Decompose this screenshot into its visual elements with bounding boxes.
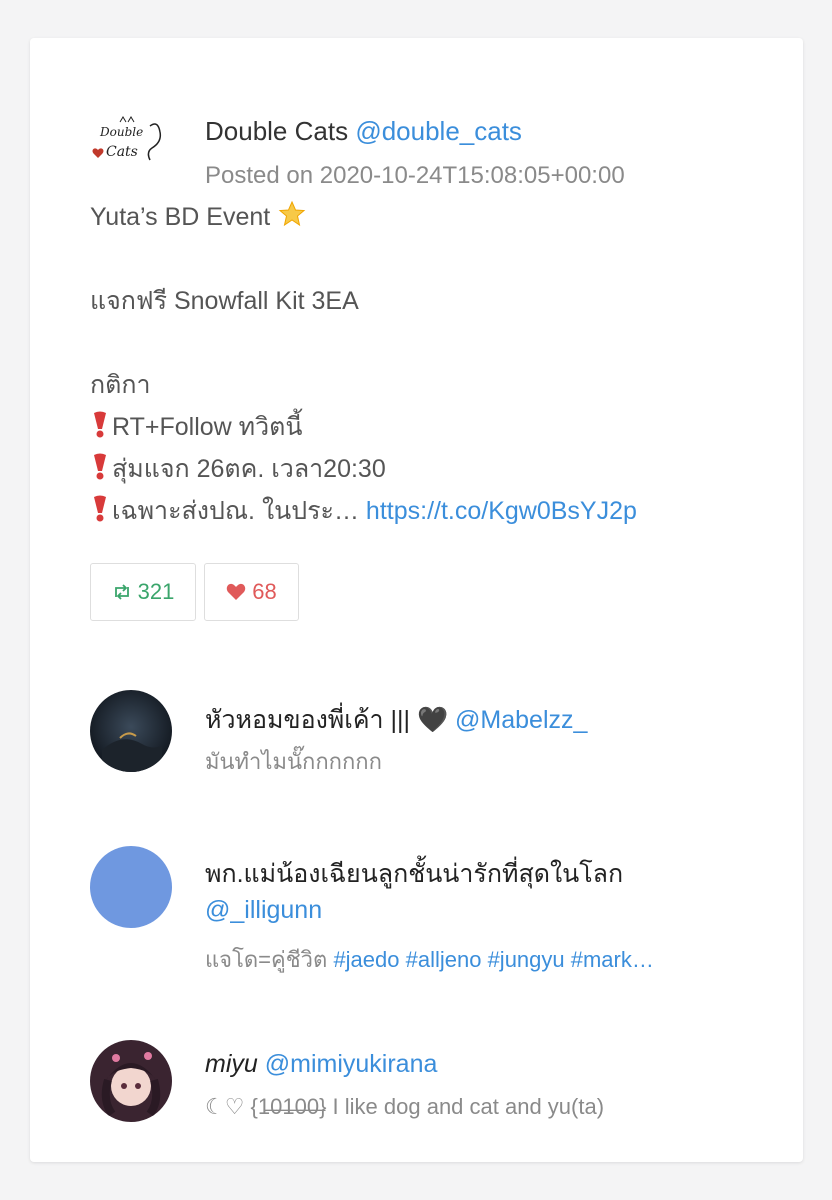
reply-bio: มันทำไมนั๊กกกกกก xyxy=(205,749,382,774)
tweet-header: Double Cats Double Cats @double_cats Pos… xyxy=(90,78,770,189)
retweet-icon xyxy=(114,584,129,600)
reply-name[interactable]: พก.แม่น้องเฉียนลูกชั้นน่ารักที่สุดในโลก xyxy=(205,854,623,894)
author-name[interactable]: Double Cats xyxy=(205,116,348,146)
reply-author: miyu @mimiyukirana xyxy=(205,1050,437,1079)
reply-bio: แจโด=คู่ชีวิต #jaedo #alljeno #jungyu #m… xyxy=(205,942,654,977)
author-logo[interactable]: Double Cats xyxy=(90,106,170,186)
tweet-line-3: กติกา xyxy=(90,371,151,399)
reply-handle[interactable]: @_illigunn xyxy=(205,896,322,925)
reply-handle[interactable]: @Mabelzz_ xyxy=(455,706,587,734)
tweet-link[interactable]: https://t.co/Kgw0BsYJ2p xyxy=(366,497,637,525)
tweet-line-2: แจกฟรี Snowfall Kit 3EA xyxy=(90,287,359,315)
reply-name[interactable]: หัวหอมของพี่เค้า ||| 🖤 xyxy=(205,706,448,734)
red-exclamation-icon xyxy=(90,451,112,494)
tweet-line-5: สุ่มแจก 26ตค. เวลา20:30 xyxy=(90,448,770,490)
avatar[interactable] xyxy=(90,846,172,928)
retweet-count: 321 xyxy=(137,579,175,604)
tweet-line-1-text: Yuta’s BD Event xyxy=(90,203,271,231)
red-exclamation-icon xyxy=(90,409,112,452)
svg-text:Cats: Cats xyxy=(106,144,138,160)
heart-icon xyxy=(227,583,246,600)
tweet-line-5-text: สุ่มแจก 26ตค. เวลา20:30 xyxy=(112,455,386,483)
retweet-button[interactable]: 321 xyxy=(90,563,196,621)
glowing-star-icon xyxy=(277,199,307,242)
double-cats-logo-icon: Double Cats xyxy=(92,116,162,161)
reply-name[interactable]: miyu xyxy=(205,1050,258,1078)
tweet-line-1: Yuta’s BD Event xyxy=(90,196,770,238)
reply-bio: ☾♡ {1̶0̶1̶0̶0̶} I like dog and cat and y… xyxy=(205,1094,605,1119)
avatar[interactable] xyxy=(90,690,172,772)
svg-text:Double: Double xyxy=(99,125,143,139)
like-button[interactable]: 68 xyxy=(204,563,299,621)
like-count: 68 xyxy=(252,579,277,604)
tweet-body: Yuta’s BD Event แจกฟรี Snowfall Kit 3EA … xyxy=(90,196,770,532)
tweet-line-4-text: RT+Follow ทวิตนี้ xyxy=(112,413,303,441)
tweet-line-6-text: เฉพาะส่งปณ. ในประ… xyxy=(112,497,359,525)
reply-bio-hashtags[interactable]: #jaedo #alljeno #jungyu #mark… xyxy=(333,947,653,972)
author-handle[interactable]: @double_cats xyxy=(355,116,522,146)
red-exclamation-icon xyxy=(90,493,112,536)
avatar[interactable] xyxy=(90,1040,172,1122)
reply-handle[interactable]: @mimiyukirana xyxy=(265,1050,438,1078)
reply-author: หัวหอมของพี่เค้า ||| 🖤 @Mabelzz_ xyxy=(205,700,587,740)
tweet-line-6: เฉพาะส่งปณ. ในประ… https://t.co/Kgw0BsYJ… xyxy=(90,490,770,532)
posted-timestamp: Posted on 2020-10-24T15:08:05+00:00 xyxy=(205,162,625,189)
tweet-line-4: RT+Follow ทวิตนี้ xyxy=(90,406,770,448)
reply-bio-text: แจโด=คู่ชีวิต xyxy=(205,947,328,972)
tweet-card: Double Cats Double Cats @double_cats Pos… xyxy=(30,38,803,1162)
author-line: Double Cats @double_cats xyxy=(205,116,522,147)
